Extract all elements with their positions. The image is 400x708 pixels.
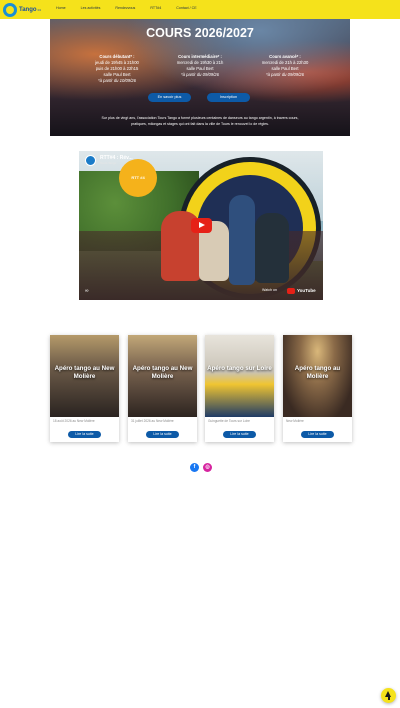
video-dancer: [255, 213, 289, 283]
course-intermediate: Cours intermédiaire* : mercredi de 19h30…: [155, 54, 245, 78]
read-more-button[interactable]: Lire la suite: [223, 431, 256, 438]
scroll-to-top-button[interactable]: [381, 688, 396, 703]
youtube-logo[interactable]: YouTube: [287, 287, 316, 294]
post-card-meta: Guinguette de Tours sur Loire: [208, 419, 250, 423]
hero-banner: COURS 2026/2027 Cours débutant* : jeudi …: [50, 19, 350, 136]
logo-emblem-icon: [3, 2, 17, 17]
play-icon[interactable]: [191, 218, 212, 233]
post-card[interactable]: Apéro tango au Molière New Molière Lire …: [283, 335, 352, 442]
channel-avatar[interactable]: [85, 155, 96, 166]
nav-item-activities[interactable]: Les activités: [81, 6, 101, 10]
site-logo[interactable]: Tango 04: [3, 2, 41, 17]
video-channel: Tours Tango: [100, 161, 117, 165]
instagram-icon[interactable]: ◎: [203, 463, 212, 472]
post-card-title[interactable]: Apéro tango au Molière: [285, 365, 350, 381]
post-card-meta: 18 août 2026 au New Molière: [53, 419, 95, 423]
signup-button[interactable]: Inscription: [207, 93, 250, 102]
nav-item-rtt4[interactable]: RTT#4: [150, 6, 161, 10]
nav-item-contact[interactable]: Contact / CE: [176, 6, 196, 10]
post-card[interactable]: Apéro tango au New Molière 31 juillet 20…: [128, 335, 197, 442]
read-more-button[interactable]: Lire la suite: [68, 431, 101, 438]
post-card-title[interactable]: Apéro tango au New Molière: [130, 365, 195, 381]
post-card-meta: 31 juillet 2026 au New Molière: [131, 419, 174, 423]
hero-description: Sur plus de vingt ans, l'association Tou…: [70, 116, 330, 127]
post-card-title[interactable]: Apéro tango sur Loire: [207, 365, 272, 373]
link-icon[interactable]: ∞: [85, 288, 93, 295]
video-badge: RTT #4: [119, 159, 157, 197]
nav-item-rendezvous[interactable]: Rendezvous: [115, 6, 135, 10]
facebook-icon[interactable]: f: [190, 463, 199, 472]
course-advanced: Cours avancé* : mercredi de 21h à 22h30 …: [240, 54, 330, 78]
post-card[interactable]: Apéro tango au New Molière 18 août 2026 …: [50, 335, 119, 442]
post-card-title[interactable]: Apéro tango au New Molière: [52, 365, 117, 381]
course-note: *à partir du 09/09/26: [181, 72, 219, 77]
read-more-button[interactable]: Lire la suite: [146, 431, 179, 438]
logo-text: Tango: [19, 6, 37, 13]
youtube-embed[interactable]: RTT #4 RTT#4 : Rév... Tours Tango ∞ Watc…: [79, 151, 323, 300]
youtube-label: YouTube: [297, 288, 316, 293]
post-card-meta: New Molière: [286, 419, 304, 423]
post-card[interactable]: Apéro tango sur Loire Guinguette de Tour…: [205, 335, 274, 442]
main-nav: Home Les activités Rendezvous RTT#4 Cont…: [56, 6, 212, 10]
nav-item-home[interactable]: Home: [56, 6, 66, 10]
hero-title: COURS 2026/2027: [146, 26, 254, 40]
logo-superscript: 04: [37, 7, 41, 12]
post-card-image: [205, 335, 274, 417]
hero-description-line: pratiques, milongas et stages qui ont fa…: [131, 121, 269, 126]
learn-more-button[interactable]: En savoir plus: [148, 93, 191, 102]
read-more-button[interactable]: Lire la suite: [301, 431, 334, 438]
course-note: *à partir du 10/09/26: [98, 78, 136, 83]
hero-description-line: Sur plus de vingt ans, l'association Tou…: [101, 116, 299, 120]
youtube-icon: [287, 287, 295, 294]
top-header: Tango 04 Home Les activités Rendezvous R…: [0, 0, 400, 19]
video-dancer: [229, 195, 255, 285]
watch-on-label[interactable]: Watch on: [262, 288, 277, 292]
course-beginner: Cours débutant* : jeudi de 19h45 à 21h00…: [72, 54, 162, 84]
course-note: *à partir du 09/09/26: [266, 72, 304, 77]
